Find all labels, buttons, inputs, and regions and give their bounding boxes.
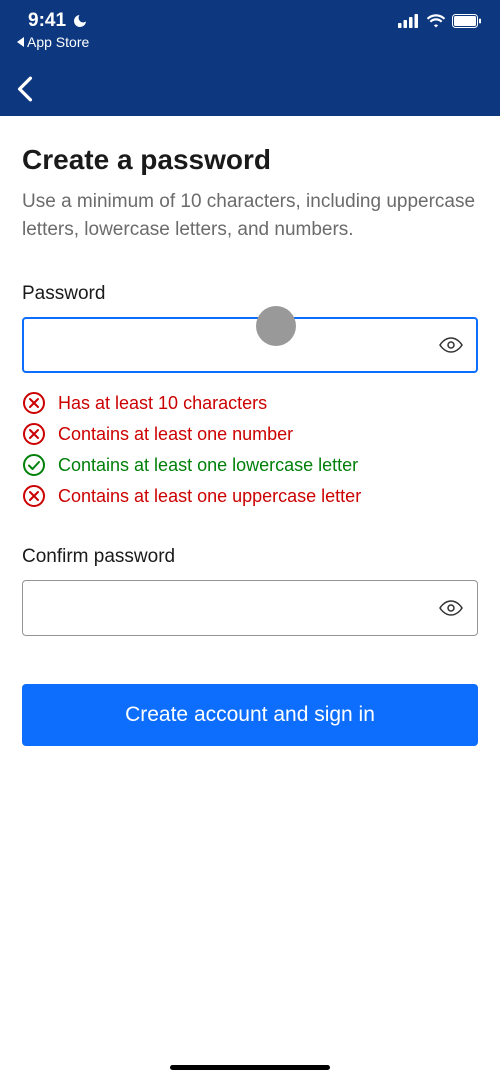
requirement-text: Contains at least one number — [58, 424, 293, 445]
page-title: Create a password — [22, 144, 478, 176]
requirement-item: Contains at least one uppercase letter — [22, 484, 478, 508]
password-label: Password — [22, 283, 478, 305]
app-header: 9:41 App Store — [0, 0, 500, 116]
status-right — [398, 14, 482, 28]
check-circle-icon — [22, 453, 46, 477]
requirement-text: Contains at least one lowercase letter — [58, 455, 358, 476]
eye-icon — [439, 333, 463, 357]
status-bar: 9:41 — [0, 0, 500, 32]
create-account-button[interactable]: Create account and sign in — [22, 684, 478, 746]
status-time: 9:41 — [28, 10, 66, 32]
confirm-password-label: Confirm password — [22, 546, 478, 568]
requirement-item: Has at least 10 characters — [22, 391, 478, 415]
eye-icon — [439, 596, 463, 620]
home-indicator[interactable] — [170, 1065, 330, 1070]
status-left: 9:41 — [28, 10, 88, 32]
password-input-wrapper — [22, 317, 478, 373]
cellular-icon — [398, 14, 420, 28]
x-circle-icon — [22, 422, 46, 446]
back-button[interactable] — [10, 74, 40, 104]
back-to-appstore[interactable]: App Store — [0, 34, 500, 50]
requirement-text: Contains at least one uppercase letter — [58, 486, 361, 507]
x-circle-icon — [22, 391, 46, 415]
confirm-section: Confirm password — [22, 546, 478, 636]
toggle-password-visibility[interactable] — [438, 332, 464, 358]
confirm-input-wrapper — [22, 580, 478, 636]
requirement-text: Has at least 10 characters — [58, 393, 267, 414]
triangle-left-icon — [17, 37, 25, 47]
password-input[interactable] — [22, 317, 478, 373]
touch-indicator — [256, 306, 296, 346]
x-circle-icon — [22, 484, 46, 508]
toggle-confirm-visibility[interactable] — [438, 595, 464, 621]
requirement-item: Contains at least one number — [22, 422, 478, 446]
wifi-icon — [426, 14, 446, 28]
password-section: Password — [22, 283, 478, 373]
chevron-left-icon — [17, 76, 33, 102]
battery-icon — [452, 14, 482, 28]
back-app-label: App Store — [27, 34, 89, 50]
moon-icon — [72, 13, 88, 29]
requirement-item: Contains at least one lowercase letter — [22, 453, 478, 477]
page-subtitle: Use a minimum of 10 characters, includin… — [22, 188, 478, 243]
main-content: Create a password Use a minimum of 10 ch… — [0, 116, 500, 746]
password-requirements: Has at least 10 characters Contains at le… — [22, 391, 478, 508]
confirm-password-input[interactable] — [22, 580, 478, 636]
